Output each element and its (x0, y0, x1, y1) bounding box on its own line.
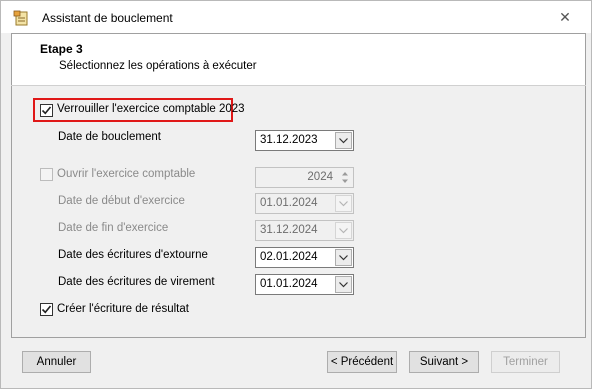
start-date-value: 01.01.2024 (260, 197, 318, 209)
open-year-spinner[interactable]: 2024 (255, 167, 354, 188)
step-title: Etape 3 (40, 42, 83, 56)
chevron-down-icon (339, 255, 348, 261)
app-icon (13, 10, 29, 26)
transfer-date-label: Date des écritures de virement (58, 276, 215, 288)
cancel-button[interactable]: Annuler (22, 351, 91, 373)
chevron-down-icon (339, 138, 348, 144)
finish-button[interactable]: Terminer (491, 351, 560, 373)
lock-year-label[interactable]: Verrouiller l'exercice comptable 2023 (57, 103, 245, 115)
chevron-down-icon (339, 228, 348, 234)
check-icon (41, 305, 52, 314)
title-bar: Assistant de bouclement ✕ (1, 1, 591, 33)
wizard-header: Etape 3 Sélectionnez les opérations à ex… (11, 33, 586, 85)
reversal-date-label: Date des écritures d'extourne (58, 249, 208, 261)
chevron-down-icon (339, 282, 348, 288)
step-subtitle: Sélectionnez les opérations à exécuter (59, 60, 257, 72)
closing-date-value: 31.12.2023 (260, 134, 318, 146)
open-year-checkbox[interactable] (40, 168, 53, 181)
close-icon[interactable]: ✕ (557, 9, 573, 25)
end-date-value: 31.12.2024 (260, 224, 318, 236)
closing-date-dropdown-button[interactable] (335, 132, 352, 149)
lock-year-checkbox[interactable] (40, 104, 53, 117)
start-date-dropdown-button[interactable] (335, 195, 352, 212)
transfer-date-field[interactable]: 01.01.2024 (255, 274, 354, 295)
result-entry-checkbox[interactable] (40, 303, 53, 316)
reversal-date-field[interactable]: 02.01.2024 (255, 247, 354, 268)
header-divider (11, 85, 586, 86)
transfer-date-value: 01.01.2024 (260, 278, 318, 290)
check-icon (41, 106, 52, 115)
closing-date-field[interactable]: 31.12.2023 (255, 130, 354, 151)
window-title: Assistant de bouclement (42, 11, 173, 25)
start-date-field[interactable]: 01.01.2024 (255, 193, 354, 214)
chevron-down-icon (339, 201, 348, 207)
transfer-date-dropdown-button[interactable] (335, 276, 352, 293)
closing-date-label: Date de bouclement (58, 131, 161, 143)
next-button[interactable]: Suivant > (409, 351, 479, 373)
result-entry-label[interactable]: Créer l'écriture de résultat (57, 303, 189, 315)
reversal-date-dropdown-button[interactable] (335, 249, 352, 266)
open-year-label: Ouvrir l'exercice comptable (57, 168, 196, 180)
end-date-dropdown-button[interactable] (335, 222, 352, 239)
open-year-value: 2024 (307, 171, 333, 183)
wizard-window: Assistant de bouclement ✕ Etape 3 Sélect… (0, 0, 592, 389)
previous-button[interactable]: < Précédent (327, 351, 397, 373)
reversal-date-value: 02.01.2024 (260, 251, 318, 263)
end-date-field[interactable]: 31.12.2024 (255, 220, 354, 241)
spinner-arrows-icon[interactable] (339, 170, 351, 185)
end-date-label: Date de fin d'exercice (58, 222, 169, 234)
start-date-label: Date de début d'exercice (58, 195, 185, 207)
